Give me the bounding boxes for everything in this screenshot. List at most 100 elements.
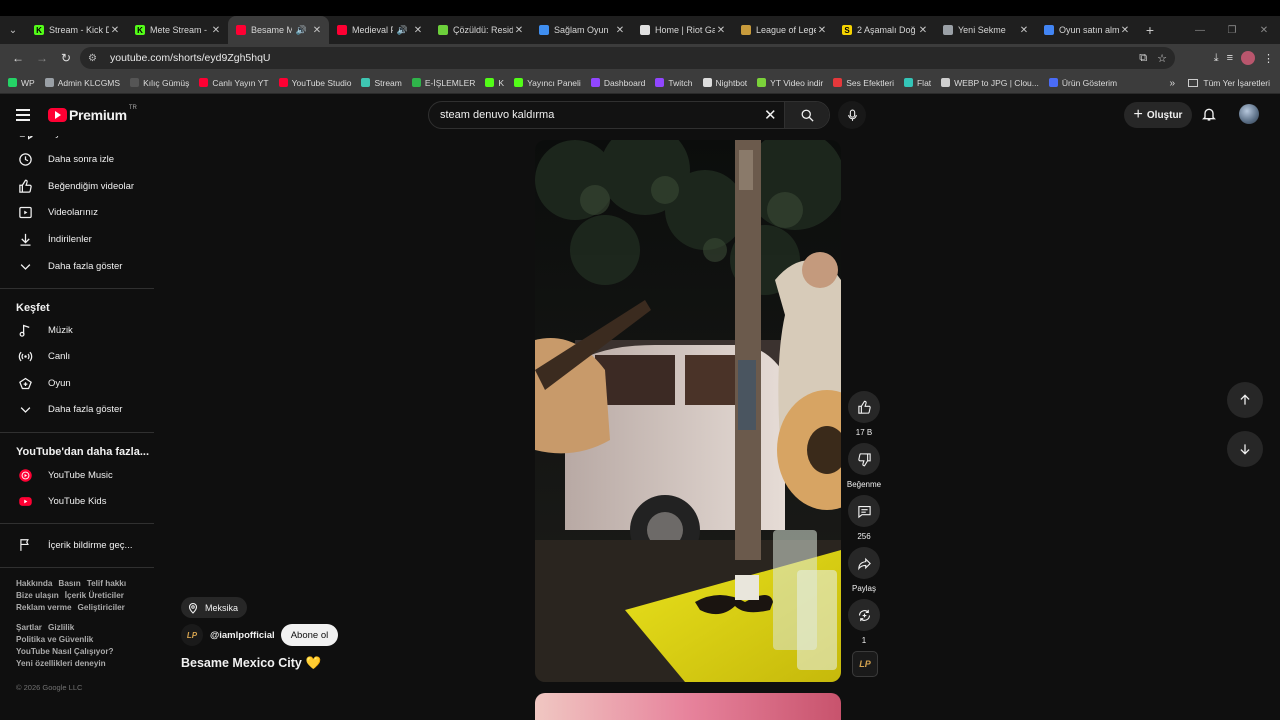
search-input[interactable]: steam denuvo kaldırma — [440, 109, 554, 121]
sidebar-item[interactable]: Videolarınız — [0, 200, 154, 226]
sidebar-item[interactable]: Daha sonra izle — [0, 147, 154, 173]
footer-link[interactable]: YouTube Nasıl Çalışıyor? — [16, 647, 114, 656]
notifications-button[interactable] — [1201, 105, 1217, 128]
bookmark-item[interactable]: K — [485, 78, 504, 88]
tab-close-icon[interactable]: ✕ — [311, 25, 323, 36]
footer-link[interactable]: Yeni özellikleri deneyin — [16, 659, 106, 668]
bookmark-item[interactable]: Dashboard — [590, 78, 645, 88]
browser-menu-icon[interactable]: ⋮ — [1263, 52, 1274, 65]
bookmark-item[interactable]: Nightbot — [702, 78, 747, 88]
browser-tab[interactable]: League of Lege ✕ — [733, 16, 834, 44]
browser-tab[interactable]: Home | Riot Ga ✕ — [632, 16, 733, 44]
channel-name[interactable]: @iamlpofficial — [210, 630, 275, 641]
sidebar-item[interactable]: Beğendiğim videolar — [0, 173, 154, 199]
bookmark-item[interactable]: YouTube Studio — [278, 78, 351, 88]
sound-thumbnail[interactable]: LP — [852, 651, 878, 677]
clear-search-icon[interactable]: ✕ — [764, 106, 777, 124]
back-icon[interactable]: ← — [6, 51, 30, 65]
footer-link[interactable]: Bize ulaşın — [16, 591, 59, 600]
browser-tab[interactable]: S 2 Aşamalı Doğ ✕ — [834, 16, 935, 44]
browser-tab[interactable]: Oyun satın alm ✕ — [1036, 16, 1137, 44]
bookmark-star-icon[interactable]: ☆ — [1157, 52, 1167, 65]
youtube-premium-logo[interactable]: Premium TR — [48, 105, 137, 123]
sidebar-item[interactable]: Canlı — [0, 344, 154, 370]
browser-tab[interactable]: K Mete Stream - ✕ — [127, 16, 228, 44]
search-button[interactable] — [784, 102, 829, 128]
like-button[interactable] — [848, 391, 880, 423]
tab-close-icon[interactable]: ✕ — [513, 25, 525, 36]
bookmark-item[interactable]: Twitch — [655, 78, 693, 88]
sidebar-item-report-history[interactable]: İçerik bildirme geç... — [0, 532, 154, 558]
footer-link[interactable]: Reklam verme — [16, 603, 72, 612]
bookmark-item[interactable]: YT Video indir — [757, 78, 823, 88]
footer-link[interactable]: Basın — [58, 579, 80, 588]
tab-close-icon[interactable]: ✕ — [614, 25, 626, 36]
sidebar-item[interactable]: Oyun — [0, 370, 154, 396]
tab-audio-icon[interactable]: 🔊 — [296, 25, 307, 36]
browser-tab[interactable]: K Stream - Kick D ✕ — [26, 16, 127, 44]
bookmark-item[interactable]: Stream — [361, 78, 402, 88]
browser-tab[interactable]: Yeni Sekme ✕ — [935, 16, 1036, 44]
short-video-player[interactable] — [535, 140, 841, 682]
sidebar-item[interactable]: YouTube Kids — [0, 489, 154, 515]
install-app-icon[interactable]: ⧉ — [1139, 52, 1147, 65]
tab-audio-icon[interactable]: 🔊 — [397, 25, 408, 36]
bookmark-item[interactable]: Flat — [903, 78, 931, 88]
sidebar-item[interactable]: YouTube Music — [0, 462, 154, 488]
address-bar[interactable]: ⚙ youtube.com/shorts/eyd9Zgh5hqU ⧉ ☆ — [80, 47, 1175, 69]
channel-avatar[interactable]: LP — [181, 624, 203, 646]
subscribe-button[interactable]: Abone ol — [280, 624, 339, 646]
remix-button[interactable] — [848, 599, 880, 631]
search-box[interactable]: steam denuvo kaldırma ✕ — [428, 101, 830, 129]
sidebar-item[interactable]: Oynatma listeleri — [0, 136, 154, 146]
comments-button[interactable] — [848, 495, 880, 527]
sidebar-item[interactable]: Müzik — [0, 317, 154, 343]
create-button[interactable]: + Oluştur — [1124, 102, 1192, 128]
next-short-preview[interactable] — [535, 693, 841, 720]
new-tab-button[interactable]: + — [1137, 22, 1163, 38]
bookmark-item[interactable]: Kılıç Gümüş — [130, 78, 189, 88]
footer-link[interactable]: Telif hakkı — [87, 579, 126, 588]
footer-link[interactable]: Gizlilik — [48, 623, 74, 632]
browser-tab[interactable]: Besame M 🔊 ✕ — [228, 16, 329, 44]
tab-close-icon[interactable]: ✕ — [210, 25, 222, 36]
sidebar-item[interactable]: Daha fazla göster — [0, 397, 154, 423]
browser-tab[interactable]: Medieval F 🔊 ✕ — [329, 16, 430, 44]
reload-icon[interactable]: ↻ — [54, 51, 78, 65]
tab-search-button[interactable]: ⌄ — [0, 16, 26, 44]
browser-tab[interactable]: Sağlam Oyun ✕ — [531, 16, 632, 44]
bookmark-item[interactable]: Admin KLCGMS — [44, 78, 120, 88]
footer-link[interactable]: İçerik Üreticiler — [65, 591, 124, 600]
tab-close-icon[interactable]: ✕ — [816, 25, 828, 36]
tab-close-icon[interactable]: ✕ — [109, 25, 121, 36]
forward-icon[interactable]: → — [30, 51, 54, 65]
account-avatar[interactable] — [1239, 104, 1259, 124]
bookmark-item[interactable]: Canlı Yayın YT — [199, 78, 269, 88]
tab-close-icon[interactable]: ✕ — [1018, 25, 1030, 36]
bookmarks-overflow-icon[interactable]: » — [1169, 72, 1175, 94]
bookmark-item[interactable]: E-İŞLEMLER — [411, 78, 475, 88]
footer-link[interactable]: Politika ve Güvenlik — [16, 635, 93, 644]
bookmark-item[interactable]: WEBP to JPG | Clou... — [941, 78, 1039, 88]
voice-search-button[interactable] — [838, 101, 866, 129]
bookmark-item[interactable]: WP — [8, 78, 35, 88]
tab-close-icon[interactable]: ✕ — [917, 25, 929, 36]
sidebar-item[interactable]: İndirilenler — [0, 226, 154, 252]
minimize-icon[interactable]: — — [1184, 25, 1216, 36]
browser-tab[interactable]: Çözüldü: Resid ✕ — [430, 16, 531, 44]
bookmark-item[interactable]: Ürün Gösterim — [1048, 78, 1117, 88]
bookmark-item[interactable]: Ses Efektleri — [833, 78, 894, 88]
footer-link[interactable]: Şartlar — [16, 623, 42, 632]
menu-hamburger-icon[interactable] — [16, 109, 30, 124]
footer-link[interactable]: Geliştiriciler — [78, 603, 125, 612]
dislike-button[interactable] — [848, 443, 880, 475]
location-chip[interactable]: Meksika — [181, 597, 248, 618]
footer-link[interactable]: Hakkında — [16, 579, 52, 588]
tab-close-icon[interactable]: ✕ — [715, 25, 727, 36]
sidebar-item[interactable]: Daha fazla göster — [0, 253, 154, 279]
restore-icon[interactable]: ❐ — [1216, 25, 1248, 36]
downloads-icon[interactable]: ⤓ — [1214, 52, 1219, 65]
previous-short-button[interactable] — [1227, 382, 1263, 418]
close-window-icon[interactable]: ✕ — [1248, 25, 1280, 36]
all-bookmarks-button[interactable]: Tüm Yer İşaretleri — [1188, 72, 1270, 94]
